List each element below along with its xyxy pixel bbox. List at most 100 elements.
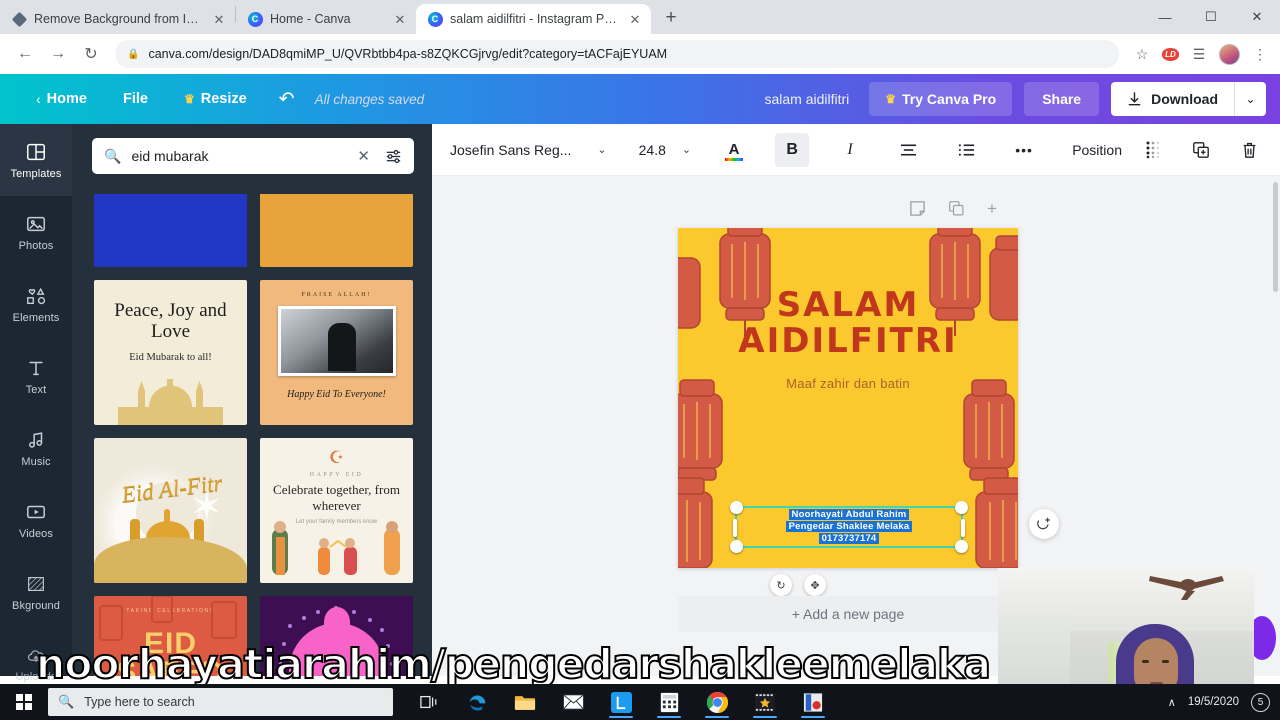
chrome-icon[interactable] xyxy=(693,684,741,720)
forward-button[interactable]: → xyxy=(43,39,73,69)
sidebar-item-music[interactable]: Music xyxy=(0,412,72,484)
template-card-praise-allah[interactable]: PRAISE ALLAH! Happy Eid To Everyone! xyxy=(260,280,413,425)
sidebar-item-templates[interactable]: Templates xyxy=(0,124,72,196)
address-bar[interactable]: 🔒 canva.com/design/DAD8qmiMP_U/QVRbtbb4p… xyxy=(115,40,1119,68)
tab-close-icon[interactable]: ✕ xyxy=(392,13,408,26)
filters-icon[interactable] xyxy=(385,149,402,164)
task-view-icon[interactable] xyxy=(405,684,453,720)
canvas-scrollbar[interactable] xyxy=(1273,182,1278,292)
template-card-celebrate[interactable]: ☪ HAPPY EID Celebrate together, from whe… xyxy=(260,438,413,583)
add-new-page-button[interactable]: + Add a new page xyxy=(678,596,1018,632)
template-title: Peace, Joy and Love xyxy=(114,300,227,343)
bookmark-star-icon[interactable]: ☆ xyxy=(1132,46,1152,63)
profile-avatar[interactable] xyxy=(1219,43,1240,65)
search-area: 🔍 ✕ xyxy=(72,124,432,194)
sidebar-label: Videos xyxy=(18,527,54,540)
mail-icon[interactable] xyxy=(549,684,597,720)
font-family-selector[interactable]: Josefin Sans Reg... ⌄ xyxy=(450,142,607,158)
position-button[interactable]: Position xyxy=(1072,142,1122,158)
try-canva-pro-button[interactable]: ♛ Try Canva Pro xyxy=(869,82,1013,116)
resize-handle-top-left[interactable] xyxy=(730,501,743,514)
search-box[interactable]: 🔍 ✕ xyxy=(92,138,414,174)
sidebar-item-photos[interactable]: Photos xyxy=(0,196,72,268)
browser-menu-icon[interactable]: ⋮ xyxy=(1250,46,1270,63)
template-card-eid-al-fitr[interactable]: ✶ Eid Al-Fitr xyxy=(94,438,247,583)
design-title[interactable]: SALAM AIDILFITRI xyxy=(678,287,1018,359)
sidebar-label: Text xyxy=(25,383,47,396)
download-button[interactable]: Download xyxy=(1111,82,1234,116)
chevron-left-icon: ‹ xyxy=(36,91,41,107)
sidebar-item-videos[interactable]: Videos xyxy=(0,484,72,556)
resize-handle-bottom-left[interactable] xyxy=(730,540,743,553)
sidebar-item-elements[interactable]: Elements xyxy=(0,268,72,340)
line-icon[interactable] xyxy=(597,684,645,720)
more-options-button[interactable]: ••• xyxy=(1007,133,1041,167)
resize-handle-left[interactable] xyxy=(733,519,737,537)
share-button[interactable]: Share xyxy=(1024,82,1100,116)
taskbar-search-box[interactable]: 🔍 Type here to search xyxy=(48,688,393,716)
file-menu-button[interactable]: File xyxy=(105,74,166,124)
add-page-icon[interactable]: + xyxy=(987,200,997,217)
edge-icon[interactable] xyxy=(453,684,501,720)
tab-close-icon[interactable]: ✕ xyxy=(211,13,227,26)
reload-button[interactable]: ↻ xyxy=(76,39,106,69)
move-handle[interactable]: ✥ xyxy=(804,574,826,596)
design-canvas[interactable]: SALAM AIDILFITRI Maaf zahir dan batin No… xyxy=(678,228,1018,568)
transparency-button[interactable] xyxy=(1136,133,1170,167)
bullet-list-button[interactable] xyxy=(949,133,983,167)
rotate-handle[interactable]: ↻ xyxy=(770,574,792,596)
duplicate-page-icon[interactable] xyxy=(948,200,965,217)
duplicate-button[interactable] xyxy=(1184,133,1218,167)
italic-button[interactable]: I xyxy=(833,133,867,167)
design-subtitle[interactable]: Maaf zahir dan batin xyxy=(678,376,1018,391)
close-window-button[interactable]: ✕ xyxy=(1234,0,1280,34)
editor-toolbar: Josefin Sans Reg... ⌄ 24.8 ⌄ A B I ••• P… xyxy=(432,124,1280,176)
font-size-selector[interactable]: 24.8 ⌄ xyxy=(639,142,691,158)
windows-taskbar: 🔍 Type here to search ∧ 19/5/2020 5 xyxy=(0,684,1280,720)
notes-icon[interactable] xyxy=(909,200,926,217)
delete-button[interactable] xyxy=(1232,133,1266,167)
text-align-button[interactable] xyxy=(891,133,925,167)
sidebar-item-text[interactable]: Text xyxy=(0,340,72,412)
resize-handle-bottom-right[interactable] xyxy=(955,540,968,553)
download-options-caret[interactable]: ⌄ xyxy=(1234,82,1266,116)
people-illustration-icon xyxy=(272,521,400,575)
start-button[interactable] xyxy=(0,684,48,720)
text-color-button[interactable]: A xyxy=(717,133,751,167)
sidebar-item-background[interactable]: Bkground xyxy=(0,556,72,628)
home-label: Home xyxy=(46,91,87,107)
resize-button[interactable]: ♛ Resize xyxy=(166,74,265,124)
maximize-button[interactable]: ☐ xyxy=(1188,0,1234,34)
show-hidden-icons-icon[interactable]: ∧ xyxy=(1168,696,1176,709)
clear-search-icon[interactable]: ✕ xyxy=(352,147,375,165)
template-card-peace-joy-love[interactable]: Peace, Joy and Love Eid Mubarak to all! xyxy=(94,280,247,425)
undo-button[interactable]: ↶ xyxy=(265,88,309,111)
search-input[interactable] xyxy=(131,148,343,164)
minimize-button[interactable]: — xyxy=(1142,0,1188,34)
notification-badge[interactable]: 5 xyxy=(1251,692,1270,712)
reading-list-icon[interactable]: ☰ xyxy=(1189,46,1209,63)
browser-tab-1[interactable]: C Home - Canva ✕ xyxy=(236,4,416,34)
more-label: ••• xyxy=(1015,141,1033,158)
save-status: All changes saved xyxy=(314,91,425,107)
resize-handle-top-right[interactable] xyxy=(955,501,968,514)
browser-tab-0[interactable]: Remove Background from Image ✕ xyxy=(0,4,235,34)
resize-handle-right[interactable] xyxy=(961,519,965,537)
taskbar-clock[interactable]: 19/5/2020 xyxy=(1188,696,1239,709)
calculator-icon[interactable] xyxy=(645,684,693,720)
movie-maker-icon[interactable] xyxy=(741,684,789,720)
bold-button[interactable]: B xyxy=(775,132,810,167)
back-button[interactable]: ← xyxy=(10,39,40,69)
movie-maker-glyph xyxy=(754,692,776,712)
browser-tab-2[interactable]: C salam aidilfitri - Instagram Post ✕ xyxy=(416,4,651,34)
home-button[interactable]: ‹ Home xyxy=(18,74,105,124)
extension-icon[interactable]: LD xyxy=(1162,47,1179,61)
media-app-icon[interactable] xyxy=(789,684,837,720)
new-tab-button[interactable]: + xyxy=(657,4,685,32)
browser-tab-title: Home - Canva xyxy=(270,12,351,26)
comment-add-icon[interactable] xyxy=(1029,509,1059,539)
selected-text-box[interactable]: Noorhayati Abdul Rahim Pengedar Shaklee … xyxy=(730,501,968,553)
tab-close-icon[interactable]: ✕ xyxy=(627,13,643,26)
document-title[interactable]: salam aidilfitri xyxy=(764,91,857,107)
file-explorer-icon[interactable] xyxy=(501,684,549,720)
